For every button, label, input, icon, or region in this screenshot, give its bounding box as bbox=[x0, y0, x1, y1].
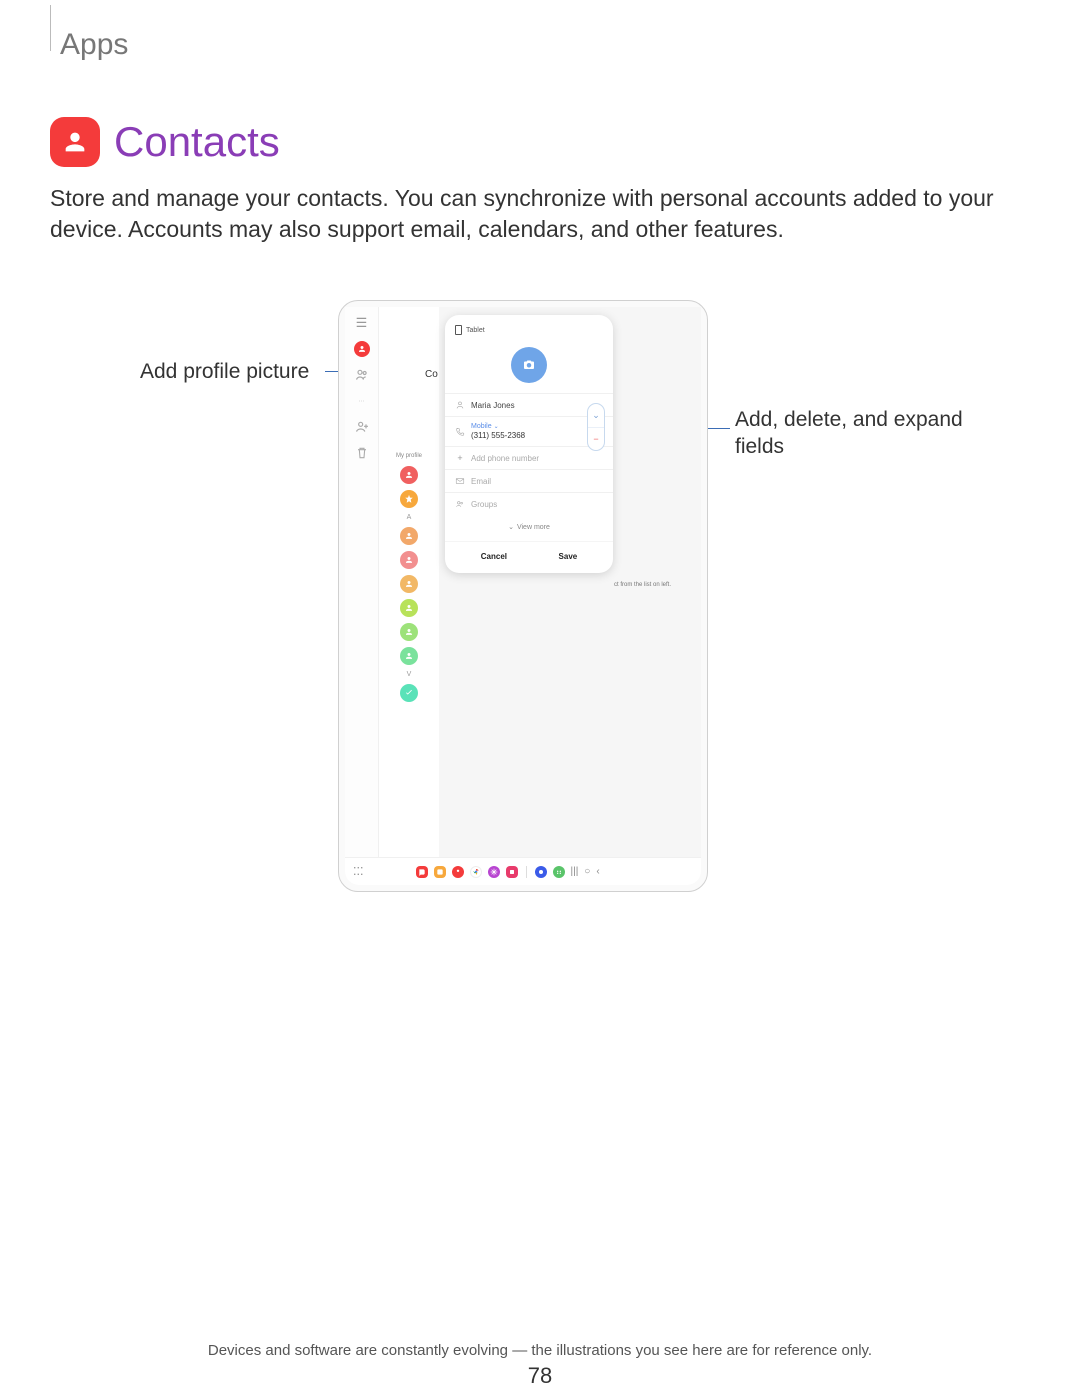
list-avatar[interactable] bbox=[400, 647, 418, 665]
main-pane: Co Tablet Maria Jones bbox=[439, 307, 701, 857]
device-figure: Add profile picture Add, delete, and exp… bbox=[50, 300, 1030, 940]
tablet-icon bbox=[455, 325, 462, 335]
intro-paragraph: Store and manage your contacts. You can … bbox=[50, 183, 1030, 245]
phone-type-dropdown[interactable]: Mobile ⌄ bbox=[471, 423, 525, 430]
list-avatar[interactable] bbox=[400, 466, 418, 484]
phone-value: (311) 555-2368 bbox=[471, 431, 525, 440]
storage-location: Tablet bbox=[466, 327, 485, 334]
contacts-app-icon bbox=[50, 117, 100, 167]
save-button[interactable]: Save bbox=[559, 552, 578, 561]
device-frame: ☰ ⋯ bbox=[338, 300, 708, 892]
trash-rail-icon[interactable] bbox=[354, 445, 370, 461]
dock-app-icon[interactable] bbox=[535, 866, 547, 878]
page-title: Contacts bbox=[114, 118, 280, 166]
groups-field[interactable]: Groups bbox=[445, 492, 613, 515]
email-icon bbox=[455, 476, 465, 486]
hamburger-icon[interactable]: ☰ bbox=[354, 315, 370, 331]
list-avatar[interactable] bbox=[400, 599, 418, 617]
add-phone-field[interactable]: + Add phone number bbox=[445, 446, 613, 469]
breadcrumb: Apps bbox=[60, 28, 1030, 62]
minus-icon[interactable]: − bbox=[588, 427, 604, 451]
list-avatar[interactable] bbox=[400, 684, 418, 702]
alpha-header: V bbox=[407, 671, 412, 678]
list-avatar[interactable] bbox=[400, 623, 418, 641]
name-value: Maria Jones bbox=[471, 401, 515, 410]
contacts-rail-icon[interactable] bbox=[354, 341, 370, 357]
partial-text: Co bbox=[425, 369, 438, 380]
dock-app-icon[interactable] bbox=[416, 866, 428, 878]
dock-chrome-icon[interactable] bbox=[470, 866, 482, 878]
background-hint-text: ct from the list on left. bbox=[614, 582, 692, 590]
app-drawer-icon[interactable]: ⁚⁚⁚ bbox=[353, 865, 364, 878]
footer-disclaimer: Devices and software are constantly evol… bbox=[0, 1342, 1080, 1359]
list-avatar[interactable] bbox=[400, 575, 418, 593]
groups-rail-icon[interactable] bbox=[354, 367, 370, 383]
dock-app-icon[interactable] bbox=[434, 866, 446, 878]
groups-icon bbox=[455, 499, 465, 509]
phone-icon bbox=[455, 427, 465, 437]
alpha-header: A bbox=[407, 514, 412, 521]
dock-app-icon[interactable] bbox=[506, 866, 518, 878]
header-divider bbox=[50, 5, 51, 51]
add-contact-rail-icon[interactable] bbox=[354, 419, 370, 435]
chevron-down-icon[interactable]: ⌄ bbox=[588, 404, 604, 427]
email-field[interactable]: Email bbox=[445, 469, 613, 492]
recents-nav-icon[interactable]: ||| bbox=[571, 866, 579, 877]
callout-add-profile-picture: Add profile picture bbox=[140, 360, 309, 384]
person-icon bbox=[455, 400, 465, 410]
dock-divider bbox=[526, 866, 527, 878]
add-phone-label: Add phone number bbox=[471, 454, 539, 463]
page-number: 78 bbox=[0, 1363, 1080, 1389]
view-more-button[interactable]: ⌄View more bbox=[445, 515, 613, 535]
back-nav-icon[interactable]: ‹ bbox=[596, 866, 599, 877]
plus-icon: + bbox=[455, 453, 465, 463]
profile-picture-button[interactable] bbox=[511, 347, 547, 383]
dock-app-icon[interactable] bbox=[553, 866, 565, 878]
nav-rail: ☰ ⋯ bbox=[345, 307, 379, 857]
dock-app-icon[interactable] bbox=[452, 866, 464, 878]
callout-expand-fields: Add, delete, and expand fields bbox=[735, 406, 985, 461]
email-placeholder: Email bbox=[471, 477, 491, 486]
dock-app-icon[interactable] bbox=[488, 866, 500, 878]
contact-side-list: My profile A V bbox=[379, 307, 439, 857]
list-avatar[interactable] bbox=[400, 551, 418, 569]
device-dock: ⁚⁚⁚ ||| ○ ‹ bbox=[345, 857, 701, 885]
groups-placeholder: Groups bbox=[471, 500, 497, 509]
expand-collapse-control[interactable]: ⌄ − bbox=[587, 403, 605, 451]
my-profile-label: My profile bbox=[396, 453, 422, 459]
list-avatar[interactable] bbox=[400, 527, 418, 545]
list-avatar[interactable] bbox=[400, 490, 418, 508]
rail-dots: ⋯ bbox=[354, 393, 370, 409]
home-nav-icon[interactable]: ○ bbox=[584, 866, 590, 877]
cancel-button[interactable]: Cancel bbox=[481, 552, 507, 561]
